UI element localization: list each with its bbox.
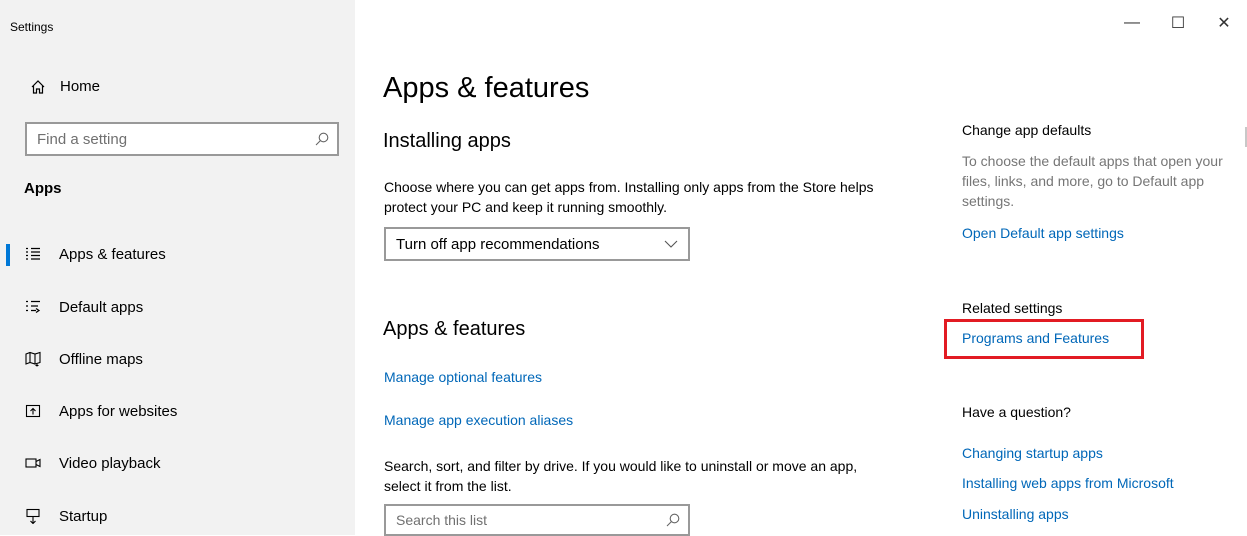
sidebar-item-apps-websites[interactable]: Apps for websites	[0, 391, 355, 431]
sidebar-item-label: Startup	[59, 507, 108, 525]
change-defaults-heading: Change app defaults	[962, 122, 1092, 138]
search-icon	[666, 513, 680, 527]
sidebar: Settings Home Find a setting Apps Apps &…	[0, 0, 355, 535]
sidebar-item-label: Apps & features	[59, 245, 166, 263]
apps-list-description: Search, sort, and filter by drive. If yo…	[384, 458, 858, 494]
installing-apps-description: Choose where you can get apps from. Inst…	[384, 179, 874, 215]
sidebar-item-label: Video playback	[59, 454, 161, 472]
sidebar-item-default-apps[interactable]: Default apps	[0, 287, 355, 327]
map-icon	[24, 350, 42, 368]
window-controls: — ☐ ✕	[1109, 8, 1247, 38]
main-panel: — ☐ ✕ Apps & features Installing apps Ch…	[355, 0, 1247, 536]
help-link-uninstall[interactable]: Uninstalling apps	[962, 506, 1069, 522]
home-label: Home	[60, 78, 101, 95]
startup-icon	[24, 507, 42, 525]
change-defaults-text: To choose the default apps that open you…	[962, 153, 1223, 209]
page-title: Apps & features	[383, 72, 590, 104]
search-list-input[interactable]: Search this list	[384, 504, 690, 536]
related-settings-heading: Related settings	[962, 300, 1063, 316]
help-link-web-apps[interactable]: Installing web apps from Microsoft	[962, 475, 1174, 491]
minimize-button[interactable]: —	[1109, 8, 1155, 38]
have-question-heading: Have a question?	[962, 404, 1071, 420]
sidebar-item-apps-features[interactable]: Apps & features	[0, 234, 355, 274]
installing-apps-heading: Installing apps	[383, 130, 511, 152]
chevron-down-icon	[664, 240, 678, 248]
video-icon	[24, 454, 42, 472]
sidebar-item-label: Default apps	[59, 298, 144, 316]
sidebar-item-label: Offline maps	[59, 350, 143, 368]
dropdown-value: Turn off app recommendations	[396, 235, 600, 253]
apps-features-heading: Apps & features	[383, 318, 526, 340]
sidebar-item-offline-maps[interactable]: Offline maps	[0, 339, 355, 379]
default-apps-icon	[24, 298, 42, 316]
home-icon	[31, 79, 45, 94]
close-button[interactable]: ✕	[1201, 8, 1247, 38]
sidebar-item-startup[interactable]: Startup	[0, 496, 355, 536]
maximize-button[interactable]: ☐	[1155, 8, 1201, 38]
section-label-apps: Apps	[24, 180, 62, 197]
find-setting-input[interactable]: Find a setting	[25, 122, 339, 156]
find-setting-placeholder: Find a setting	[37, 130, 128, 148]
search-list-placeholder: Search this list	[396, 512, 488, 528]
manage-optional-features-link[interactable]: Manage optional features	[384, 369, 542, 385]
highlight-box	[944, 319, 1144, 359]
apps-features-icon	[24, 245, 42, 263]
sidebar-item-label: Apps for websites	[59, 402, 178, 420]
active-indicator	[6, 244, 10, 266]
window-title: Settings	[10, 20, 54, 34]
sidebar-item-video-playback[interactable]: Video playback	[0, 443, 355, 483]
home-nav-item[interactable]: Home	[30, 78, 100, 95]
app-source-dropdown[interactable]: Turn off app recommendations	[384, 227, 690, 261]
search-icon	[315, 132, 329, 146]
apps-websites-icon	[24, 402, 42, 420]
manage-execution-aliases-link[interactable]: Manage app execution aliases	[384, 412, 573, 428]
help-link-startup[interactable]: Changing startup apps	[962, 445, 1103, 461]
open-default-settings-link[interactable]: Open Default app settings	[962, 225, 1124, 241]
